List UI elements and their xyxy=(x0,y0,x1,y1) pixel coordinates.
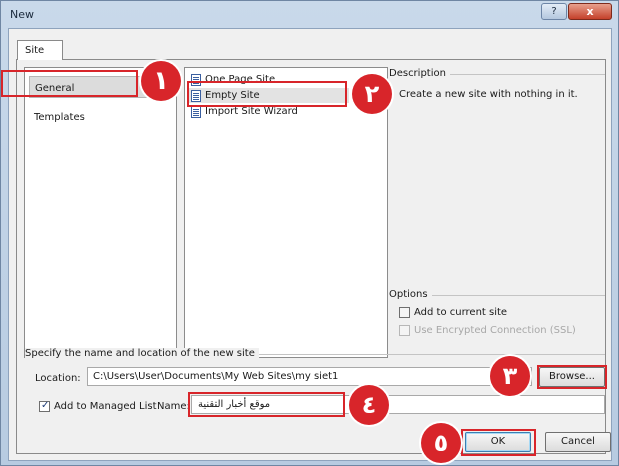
help-button[interactable]: ? xyxy=(541,3,567,20)
location-section-heading: Specify the name and location of the new… xyxy=(25,348,259,359)
annotation-badge-4: ٤ xyxy=(349,385,389,425)
highlight-name xyxy=(188,392,345,417)
add-to-current-site-label: Add to current site xyxy=(414,307,508,318)
highlight-general xyxy=(1,70,138,97)
tab-site[interactable]: Site xyxy=(17,40,63,60)
annotation-badge-3: ٣ xyxy=(490,356,530,396)
site-type-label: Import Site Wizard xyxy=(205,106,298,117)
description-heading: Description xyxy=(389,68,450,79)
highlight-empty-site xyxy=(187,81,347,107)
highlight-ok xyxy=(461,429,536,456)
annotation-badge-2: ٢ xyxy=(352,74,392,114)
category-item-templates[interactable]: Templates xyxy=(29,106,155,128)
description-text: Create a new site with nothing in it. xyxy=(399,89,578,100)
options-heading: Options xyxy=(389,289,432,300)
use-encrypted-connection-label: Use Encrypted Connection (SSL) xyxy=(414,325,576,336)
new-dialog-window: New ? x Site General Templates One Page … xyxy=(0,0,619,466)
location-label: Location: xyxy=(35,373,81,384)
category-list[interactable]: General Templates xyxy=(24,67,177,358)
window-title: New xyxy=(10,8,34,21)
add-to-managed-list-label: Add to Managed List xyxy=(54,401,157,412)
annotation-badge-1: ١ xyxy=(141,61,181,101)
annotation-badge-5: ٥ xyxy=(421,423,461,463)
cancel-button[interactable]: Cancel xyxy=(545,432,611,452)
site-type-list[interactable]: One Page Site Empty Site Import Site Wiz… xyxy=(184,67,388,358)
highlight-browse xyxy=(537,365,607,389)
title-bar[interactable]: New ? x xyxy=(1,1,618,27)
location-input[interactable]: C:\Users\User\Documents\My Web Sites\my … xyxy=(87,367,532,386)
name-label: Name: xyxy=(157,401,190,412)
category-label: Templates xyxy=(34,112,85,123)
close-button[interactable]: x xyxy=(568,3,612,20)
add-to-current-site-checkbox[interactable] xyxy=(399,307,410,318)
add-to-managed-list-checkbox[interactable] xyxy=(39,400,50,412)
wizard-icon xyxy=(191,106,201,118)
use-encrypted-connection-checkbox[interactable] xyxy=(399,325,410,336)
